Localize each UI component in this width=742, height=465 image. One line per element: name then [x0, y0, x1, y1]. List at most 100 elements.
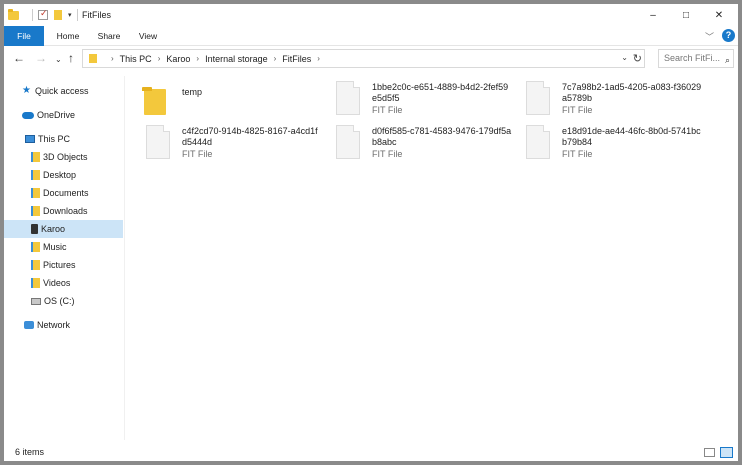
file-name: d0f6f585-c781-4583-9476-179df5ab8abc — [372, 126, 512, 147]
tab-view[interactable]: View — [131, 26, 165, 46]
sidebar-item-onedrive[interactable]: OneDrive — [4, 106, 123, 124]
file-explorer-window: ▾ FitFiles – □ ✕ File Home Share View ﹀ … — [4, 4, 738, 461]
3d-objects-folder-icon — [31, 152, 40, 162]
breadcrumb-separator-icon[interactable]: › — [317, 54, 320, 63]
sidebar-item-3d-objects[interactable]: 3D Objects — [4, 148, 123, 166]
device-icon — [31, 224, 38, 234]
computer-icon — [25, 135, 35, 143]
sidebar-item-label: OneDrive — [37, 110, 76, 120]
breadcrumb-separator-icon[interactable]: › — [158, 54, 161, 63]
close-button[interactable]: ✕ — [702, 4, 736, 26]
file-name: 1bbe2c0c-e651-4889-b4d2-2fef59e5d5f5 — [372, 82, 509, 103]
file-item[interactable]: 1bbe2c0c-e651-4889-b4d2-2fef59e5d5f5 FIT… — [315, 79, 508, 119]
sidebar-item-label: Videos — [43, 278, 71, 288]
star-icon: ★ — [22, 85, 31, 96]
search-icon[interactable]: ⌕ — [725, 52, 730, 67]
folder-icon — [142, 87, 166, 115]
folder-icon — [89, 54, 97, 63]
search-input[interactable]: Search FitFi... ⌕ — [658, 49, 734, 68]
file-name: temp — [182, 87, 203, 97]
sidebar-item-label: Documents — [43, 188, 89, 198]
breadcrumb-this-pc[interactable]: This PC — [120, 54, 152, 64]
sidebar-item-label: Quick access — [35, 86, 89, 96]
address-history-dropdown-icon[interactable]: ⌄ — [621, 53, 628, 62]
sidebar-item-label: Music — [43, 242, 67, 252]
file-icon — [526, 81, 550, 115]
status-bar: 6 items — [4, 440, 738, 461]
tab-home[interactable]: Home — [48, 26, 88, 46]
details-view-icon[interactable] — [704, 448, 715, 457]
downloads-folder-icon — [31, 206, 40, 216]
navigation-pane: ★ Quick access OneDrive This PC 3D Objec… — [4, 76, 123, 440]
sidebar-item-karoo[interactable]: Karoo — [4, 220, 123, 238]
navigation-bar: ← → ⌄ ↑ › This PC › Karoo › Internal sto… — [4, 46, 738, 71]
toolbar-divider — [76, 9, 78, 21]
breadcrumb-fitfiles[interactable]: FitFiles — [282, 54, 311, 64]
sidebar-item-pictures[interactable]: Pictures — [4, 256, 123, 274]
tab-share[interactable]: Share — [91, 26, 127, 46]
sidebar-item-desktop[interactable]: Desktop — [4, 166, 123, 184]
file-icon — [526, 125, 550, 159]
address-bar[interactable]: › This PC › Karoo › Internal storage › F… — [82, 49, 645, 68]
sidebar-item-network[interactable]: Network — [4, 316, 123, 334]
customize-toolbar-dropdown-icon[interactable]: ▾ — [68, 11, 72, 19]
sidebar-item-videos[interactable]: Videos — [4, 274, 123, 292]
search-placeholder: Search FitFi... — [664, 53, 721, 63]
file-icon — [336, 125, 360, 159]
help-icon[interactable]: ? — [722, 29, 735, 42]
recent-locations-chevron-icon[interactable]: ⌄ — [55, 53, 62, 67]
file-name: 7c7a98b2-1ad5-4205-a083-f36029a5789b — [562, 82, 702, 103]
sidebar-item-label: Pictures — [43, 260, 76, 270]
sidebar-item-label: Network — [37, 320, 71, 330]
folder-item-temp[interactable]: temp — [125, 79, 313, 119]
file-item[interactable]: e18d91de-ae44-46fc-8b0d-5741bcb79b84 FIT… — [505, 123, 701, 163]
sidebar-item-quick-access[interactable]: ★ Quick access — [4, 82, 123, 100]
breadcrumb-separator-icon[interactable]: › — [111, 54, 114, 63]
sidebar-item-label: OS (C:) — [44, 296, 75, 306]
back-arrow-icon[interactable]: ← — [13, 51, 25, 65]
ribbon-tabs: File Home Share View ﹀ ? — [4, 26, 738, 46]
toolbar-divider — [32, 9, 33, 21]
file-type: FIT File — [562, 149, 593, 159]
sidebar-item-music[interactable]: Music — [4, 238, 123, 256]
cloud-icon — [22, 111, 34, 119]
expand-ribbon-chevron-icon[interactable]: ﹀ — [705, 30, 714, 43]
folder-icon — [8, 8, 19, 20]
forward-arrow-icon[interactable]: → — [35, 51, 47, 65]
file-item[interactable]: c4f2cd70-914b-4825-8167-a4cd1fd5444d FIT… — [125, 123, 318, 163]
file-list: temp 1bbe2c0c-e651-4889-b4d2-2fef59e5d5f… — [125, 72, 738, 440]
breadcrumb-internal-storage[interactable]: Internal storage — [205, 54, 268, 64]
file-item[interactable]: d0f6f585-c781-4583-9476-179df5ab8abc FIT… — [315, 123, 511, 163]
file-type: FIT File — [372, 105, 403, 115]
file-type: FIT File — [372, 149, 403, 159]
refresh-icon[interactable]: ↻ — [633, 52, 642, 65]
up-arrow-icon[interactable]: ↑ — [68, 51, 74, 65]
minimize-button[interactable]: – — [636, 4, 670, 26]
large-icons-view-icon[interactable] — [720, 447, 733, 458]
breadcrumb-separator-icon[interactable]: › — [274, 54, 277, 63]
file-icon — [146, 125, 170, 159]
drive-icon — [31, 297, 41, 305]
sidebar-item-label: 3D Objects — [43, 152, 88, 162]
documents-folder-icon — [31, 188, 40, 198]
tab-file[interactable]: File — [4, 26, 44, 46]
quick-access-toolbar: ▾ — [8, 8, 83, 21]
sidebar-item-label: Desktop — [43, 170, 77, 180]
maximize-button[interactable]: □ — [669, 4, 703, 26]
properties-icon[interactable] — [38, 8, 48, 20]
sidebar-item-documents[interactable]: Documents — [4, 184, 123, 202]
desktop-folder-icon — [31, 170, 40, 180]
sidebar-item-label: Downloads — [43, 206, 88, 216]
new-folder-icon[interactable] — [54, 10, 62, 20]
breadcrumb-separator-icon[interactable]: › — [196, 54, 199, 63]
item-count: 6 items — [15, 447, 45, 457]
breadcrumb-karoo[interactable]: Karoo — [166, 54, 190, 64]
file-name: e18d91de-ae44-46fc-8b0d-5741bcb79b84 — [562, 126, 701, 147]
sidebar-item-os-c[interactable]: OS (C:) — [4, 292, 123, 310]
sidebar-item-this-pc[interactable]: This PC — [4, 130, 123, 148]
sidebar-item-label: Karoo — [41, 224, 66, 234]
sidebar-item-downloads[interactable]: Downloads — [4, 202, 123, 220]
file-item[interactable]: 7c7a98b2-1ad5-4205-a083-f36029a5789b FIT… — [505, 79, 701, 119]
pictures-folder-icon — [31, 260, 40, 270]
file-type: FIT File — [182, 149, 213, 159]
